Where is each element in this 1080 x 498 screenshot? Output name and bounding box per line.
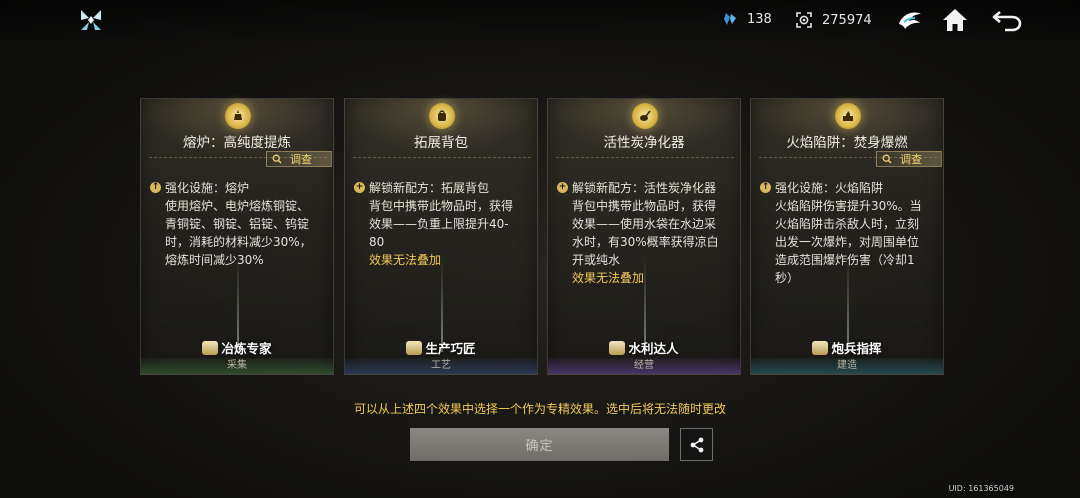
share-icon (690, 437, 703, 452)
talent-badge: 炮兵指挥 (751, 338, 943, 357)
inspect-label: 调查 (290, 153, 312, 166)
effect-card-fire-trap[interactable]: 火焰陷阱：焚身爆燃 调查 ↑ 强化设施：火焰陷阱 火焰陷阱伤害提升30%。当 火焰… (750, 98, 944, 375)
game-logo-icon[interactable] (78, 7, 104, 33)
talent-badge: 水利达人 (548, 338, 740, 357)
home-icon[interactable] (941, 6, 969, 34)
user-id: UID: 161365049 (948, 484, 1014, 493)
talent-badge: 冶炼专家 (141, 338, 333, 357)
category-label: 工艺 (345, 358, 537, 374)
smelter-badge-icon (202, 340, 219, 355)
card-description: ↑ 强化设施：熔炉 使用熔炉、电炉熔炼铜锭、 青铜锭、钢锭、铝锭、钨锭 时，消耗的… (150, 179, 328, 269)
currency-crystal-value: 138 (747, 11, 772, 27)
desc-line: 效果——负重上限提升40- (369, 217, 509, 231)
desc-line: 青铜锭、钢锭、铝锭、钨锭 (165, 217, 310, 231)
desc-line: 开或纯水 (572, 253, 621, 267)
currency-coin-value: 275974 (822, 12, 872, 28)
card-description: ↑ 强化设施：火焰陷阱 火焰陷阱伤害提升30%。当 火焰陷阱击杀敌人时，立刻 出发… (760, 179, 938, 287)
desc-line: 使用熔炉、电炉熔炼铜锭、 (165, 199, 310, 213)
desc-head: 解锁新配方：活性炭净化器 (572, 181, 717, 195)
fire-trap-icon (835, 103, 861, 129)
top-bar: 138 275974 (0, 0, 1080, 40)
card-title: 活性炭净化器 (603, 135, 685, 151)
desc-line: 背包中携带此物品时，获得 (369, 199, 514, 213)
badge-label: 炮兵指挥 (831, 341, 882, 356)
category-label: 经营 (548, 358, 740, 374)
inspect-button[interactable]: 调查 (876, 151, 942, 167)
badge-label: 生产巧匠 (425, 341, 476, 356)
card-title: 火焰陷阱：焚身爆燃 (786, 135, 908, 151)
coin-frame-icon (796, 12, 812, 28)
inspect-button[interactable]: 调查 (266, 151, 332, 167)
talent-badge: 生产巧匠 (345, 338, 537, 357)
artillery-badge-icon (812, 340, 829, 355)
selection-hint: 可以从上述四个效果中选择一个作为专精效果。选中后将无法随时更改 (353, 402, 726, 416)
card-title: 熔炉：高纯度提炼 (183, 135, 291, 151)
upgrade-bullet-icon: ↑ (760, 182, 771, 193)
effect-card-purifier[interactable]: 活性炭净化器 + 解锁新配方：活性炭净化器 背包中携带此物品时，获得 效果——使用… (547, 98, 741, 375)
unlock-bullet-icon: + (354, 182, 365, 193)
currency-coin: 275974 (795, 11, 872, 29)
desc-head: 强化设施：火焰陷阱 (775, 181, 884, 195)
desc-head: 强化设施：熔炉 (165, 181, 250, 195)
faction-emblem-icon[interactable] (896, 6, 924, 34)
craftsman-badge-icon (406, 340, 423, 355)
desc-line: 出发一次爆炸，对周围单位 (775, 235, 920, 249)
effect-card-furnace[interactable]: 熔炉：高纯度提炼 调查 ↑ 强化设施：熔炉 使用熔炉、电炉熔炼铜锭、 青铜锭、钢锭… (140, 98, 334, 375)
magnifier-icon (882, 154, 892, 164)
card-description: + 解锁新配方：拓展背包 背包中携带此物品时，获得 效果——负重上限提升40- 8… (354, 179, 532, 269)
desc-line: 火焰陷阱击杀敌人时，立刻 (775, 217, 920, 231)
desc-note: 效果无法叠加 (369, 253, 442, 267)
card-description: + 解锁新配方：活性炭净化器 背包中携带此物品时，获得 效果——使用水袋在水边采 … (557, 179, 735, 287)
confirm-button[interactable]: 确定 (410, 428, 669, 461)
badge-label: 水利达人 (628, 341, 679, 356)
purifier-icon (632, 103, 658, 129)
category-label: 建造 (751, 358, 943, 374)
share-button[interactable] (680, 428, 713, 461)
furnace-icon (225, 103, 251, 129)
effect-card-backpack[interactable]: 拓展背包 + 解锁新配方：拓展背包 背包中携带此物品时，获得 效果——负重上限提升… (344, 98, 538, 375)
desc-line: 80 (369, 235, 385, 249)
badge-label: 冶炼专家 (221, 341, 272, 356)
desc-line: 背包中携带此物品时，获得 (572, 199, 717, 213)
upgrade-bullet-icon: ↑ (150, 182, 161, 193)
desc-line: 效果——使用水袋在水边采 (572, 217, 717, 231)
backpack-icon (429, 103, 455, 129)
desc-head: 解锁新配方：拓展背包 (369, 181, 490, 195)
currency-crystal: 138 (722, 11, 772, 27)
desc-line: 时，消耗的材料减少30%， (165, 235, 312, 249)
back-icon[interactable] (990, 6, 1024, 34)
unlock-bullet-icon: + (557, 182, 568, 193)
divider (556, 157, 734, 158)
desc-line: 造成范围爆炸伤害（冷却1 (775, 253, 915, 267)
inspect-label: 调查 (900, 153, 922, 166)
desc-line: 熔炼时间减少30% (165, 253, 264, 267)
magnifier-icon (272, 154, 282, 164)
desc-line: 火焰陷阱伤害提升30%。当 (775, 199, 922, 213)
desc-note: 效果无法叠加 (572, 271, 645, 285)
desc-line: 水时，有30%概率获得凉白 (572, 235, 719, 249)
crystal-icon (724, 13, 736, 25)
card-title: 拓展背包 (414, 135, 468, 151)
divider (353, 157, 531, 158)
water-badge-icon (609, 340, 626, 355)
category-label: 采集 (141, 358, 333, 374)
desc-line: 秒） (775, 271, 800, 285)
